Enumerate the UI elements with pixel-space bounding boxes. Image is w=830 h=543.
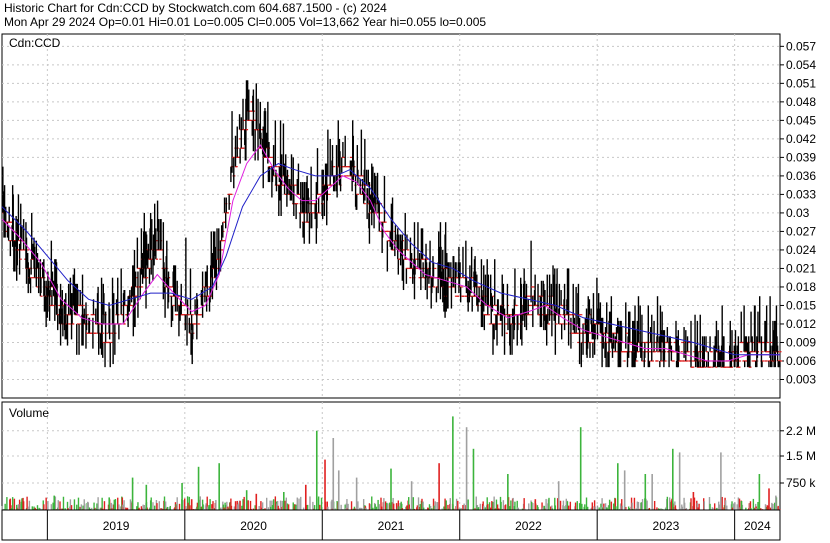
- price-y-tick-label: 0.027: [786, 224, 816, 238]
- volume-panel-label: Volume: [9, 406, 49, 420]
- volume-y-tick-label: 1.5 M: [786, 449, 816, 463]
- price-y-tick-label: 0.006: [786, 354, 816, 368]
- price-y-tick-label: 0.033: [786, 187, 816, 201]
- price-y-tick-label: 0.03: [786, 206, 810, 220]
- x-tick-label: 2024: [744, 519, 771, 533]
- price-y-tick-label: 0.045: [786, 113, 816, 127]
- price-y-tick-label: 0.024: [786, 243, 816, 257]
- price-y-tick-label: 0.003: [786, 372, 816, 386]
- price-y-tick-label: 0.021: [786, 261, 816, 275]
- price-y-tick-label: 0.015: [786, 298, 816, 312]
- price-y-tick-label: 0.018: [786, 280, 816, 294]
- x-tick-label: 2022: [515, 519, 542, 533]
- x-tick-label: 2020: [240, 519, 267, 533]
- price-y-tick-label: 0.051: [786, 76, 816, 90]
- x-tick-label: 2019: [103, 519, 130, 533]
- x-tick-label: 2023: [653, 519, 680, 533]
- stock-chart: Cdn:CCD 0.0570.0540.0510.0480.0450.0420.…: [1, 33, 816, 541]
- volume-y-axis: 2.2 M 1.5 M 750 k: [780, 424, 816, 490]
- price-y-tick-label: 0.012: [786, 317, 816, 331]
- price-y-tick-label: 0.057: [786, 39, 816, 53]
- volume-y-tick-label: 2.2 M: [786, 424, 816, 438]
- price-panel-label: Cdn:CCD: [9, 36, 61, 50]
- price-y-axis: 0.057 0.054 0.051 0.048 0.045 0.042 0.039 0.036…: [780, 39, 816, 386]
- price-y-tick-label: 0.048: [786, 95, 816, 109]
- volume-y-tick-label: 750 k: [786, 476, 816, 490]
- price-y-tick-label: 0.036: [786, 169, 816, 183]
- price-y-tick-label: 0.009: [786, 335, 816, 349]
- x-tick-label: 2021: [378, 519, 405, 533]
- price-y-tick-label: 0.054: [786, 58, 816, 72]
- price-y-tick-label: 0.039: [786, 150, 816, 164]
- price-y-tick-label: 0.042: [786, 132, 816, 146]
